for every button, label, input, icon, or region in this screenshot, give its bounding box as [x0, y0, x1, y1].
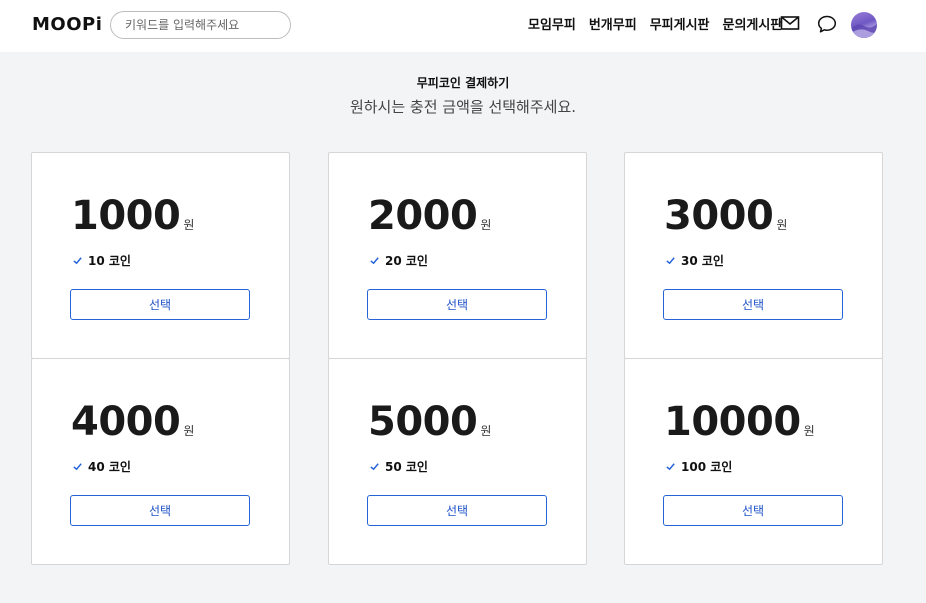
- check-icon: [370, 463, 379, 471]
- search-input[interactable]: [110, 11, 291, 39]
- page-subtitle: 원하시는 충전 금액을 선택해주세요.: [349, 98, 577, 116]
- nav-item-moim[interactable]: 모임무피: [528, 14, 576, 33]
- plan-coins: 10 코인: [88, 254, 131, 268]
- check-icon: [73, 463, 82, 471]
- avatar[interactable]: [851, 12, 877, 38]
- plan-card: 5000 원 50 코인 선택: [328, 358, 587, 565]
- nav-item-inquiry[interactable]: 문의게시판: [723, 14, 783, 33]
- plan-coins: 50 코인: [385, 460, 428, 474]
- plan-unit: 원: [183, 218, 195, 232]
- plan-coins: 30 코인: [681, 254, 724, 268]
- select-button[interactable]: 선택: [367, 495, 547, 526]
- select-button[interactable]: 선택: [663, 289, 843, 320]
- plan-coins: 20 코인: [385, 254, 428, 268]
- check-icon: [666, 463, 675, 471]
- plan-amount: 3000: [664, 193, 774, 239]
- plan-coins: 40 코인: [88, 460, 131, 474]
- select-button[interactable]: 선택: [367, 289, 547, 320]
- plan-unit: 원: [480, 218, 492, 232]
- nav-item-lightning[interactable]: 번개무피: [589, 14, 637, 33]
- check-icon: [370, 257, 379, 265]
- plan-unit: 원: [183, 424, 195, 438]
- chat-icon[interactable]: [816, 13, 838, 35]
- page-title: 무피코인 결제하기: [416, 76, 510, 90]
- plan-unit: 원: [803, 424, 815, 438]
- plan-coins: 100 코인: [681, 460, 733, 474]
- plan-card: 2000 원 20 코인 선택: [328, 152, 587, 359]
- select-button[interactable]: 선택: [70, 289, 250, 320]
- plan-card: 10000 원 100 코인 선택: [624, 358, 883, 565]
- page-heading: 무피코인 결제하기 원하시는 충전 금액을 선택해주세요.: [0, 74, 926, 117]
- plan-amount: 4000: [71, 399, 181, 445]
- plan-amount: 2000: [368, 193, 478, 239]
- mail-icon[interactable]: [780, 13, 802, 35]
- plan-card: 1000 원 10 코인 선택: [31, 152, 290, 359]
- plan-amount: 1000: [71, 193, 181, 239]
- plan-card: 4000 원 40 코인 선택: [31, 358, 290, 565]
- select-button[interactable]: 선택: [663, 495, 843, 526]
- plan-unit: 원: [480, 424, 492, 438]
- nav-item-board[interactable]: 무피게시판: [650, 14, 710, 33]
- logo[interactable]: MOOPi: [32, 14, 102, 35]
- plan-amount: 5000: [368, 399, 478, 445]
- check-icon: [666, 257, 675, 265]
- select-button[interactable]: 선택: [70, 495, 250, 526]
- plan-unit: 원: [776, 218, 788, 232]
- check-icon: [73, 257, 82, 265]
- main-nav: 모임무피 번개무피 무피게시판 문의게시판: [528, 14, 782, 33]
- plan-amount: 10000: [664, 399, 801, 445]
- plan-card: 3000 원 30 코인 선택: [624, 152, 883, 359]
- top-header: MOOPi 모임무피 번개무피 무피게시판 문의게시판: [0, 0, 926, 52]
